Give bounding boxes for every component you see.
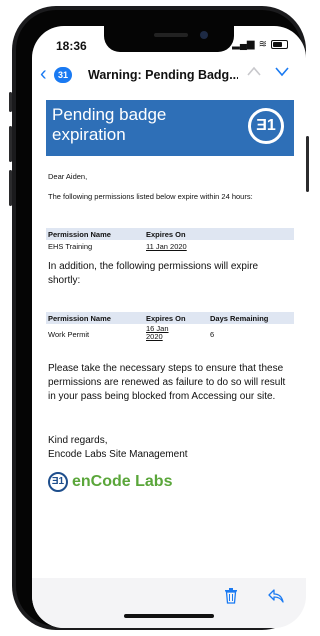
phone-frame: 18:36 ▂▄▆ ≋ ‹ 31 Warning: Pending Badg..… [9,6,309,630]
col-permission-name: Permission Name [48,314,111,323]
chevron-up-icon[interactable] [246,65,262,77]
screen: 18:36 ▂▄▆ ≋ ‹ 31 Warning: Pending Badg..… [32,26,306,628]
wifi-icon: ≋ [258,39,267,50]
brand-logo: Ǝ1 enCode Labs [48,472,172,492]
table-header: Permission Name Expires On Days Remainin… [46,312,294,324]
regards: Kind regards, [48,435,108,446]
bottom-toolbar [32,578,306,628]
greeting: Dear Aiden, [48,172,88,181]
encode-logo-icon: Ǝ1 [248,108,284,144]
signal-icon: ▂▄▆ [232,39,255,50]
encode-logo-icon: Ǝ1 [48,472,68,492]
status-icons: ▂▄▆ ≋ [232,39,288,50]
sign-off: Kind regards, Encode Labs Site Managemen… [48,434,288,462]
home-indicator[interactable] [124,614,214,618]
intro-text: The following permissions listed below e… [48,192,253,201]
volume-up-button [9,126,12,162]
chevron-down-icon[interactable] [274,65,290,77]
speaker-grille [154,33,188,37]
days-remaining: 6 [210,330,215,339]
col-expires-on: Expires On [146,230,186,239]
signature: Encode Labs Site Management [48,449,188,460]
permission-name: EHS Training [48,242,93,251]
closing-text: Please take the necessary steps to ensur… [48,363,286,402]
expiring-permissions-table: Permission Name Expires On EHS Training … [46,228,294,254]
banner-title: Pending badge expiration [52,105,167,144]
email-body: Pending badge expiration Ǝ1 Dear Aiden, … [46,100,294,520]
col-days-remaining: Days Remaining [210,314,269,323]
addition-text: In addition, the following permissions w… [48,261,259,286]
email-subject: Warning: Pending Badg... [88,68,238,82]
col-expires-on: Expires On [146,314,186,323]
power-button [306,136,309,192]
expiry-date[interactable]: 16 Jan 2020 [146,325,176,341]
brand-name: enCode Labs [72,473,173,490]
table-row: Work Permit 16 Jan 2020 6 [46,324,294,346]
permission-name: Work Permit [48,330,90,339]
trash-icon[interactable] [224,588,238,604]
email-banner: Pending badge expiration Ǝ1 [46,100,294,156]
chevron-left-icon[interactable]: ‹ [40,64,47,84]
upcoming-permissions-table: Permission Name Expires On Days Remainin… [46,312,294,346]
reply-icon[interactable] [268,589,284,603]
expiry-date[interactable]: 11 Jan 2020 [146,242,187,251]
table-row: EHS Training 11 Jan 2020 [46,240,294,254]
mail-navbar: ‹ 31 Warning: Pending Badg... [32,62,306,90]
col-permission-name: Permission Name [48,230,111,239]
volume-down-button [9,170,12,206]
table-header: Permission Name Expires On [46,228,294,240]
notch [104,26,234,52]
silent-switch [9,92,12,112]
front-camera [200,31,208,39]
unread-count-badge[interactable]: 31 [54,67,72,83]
battery-icon [271,40,288,49]
status-time: 18:36 [56,39,87,53]
